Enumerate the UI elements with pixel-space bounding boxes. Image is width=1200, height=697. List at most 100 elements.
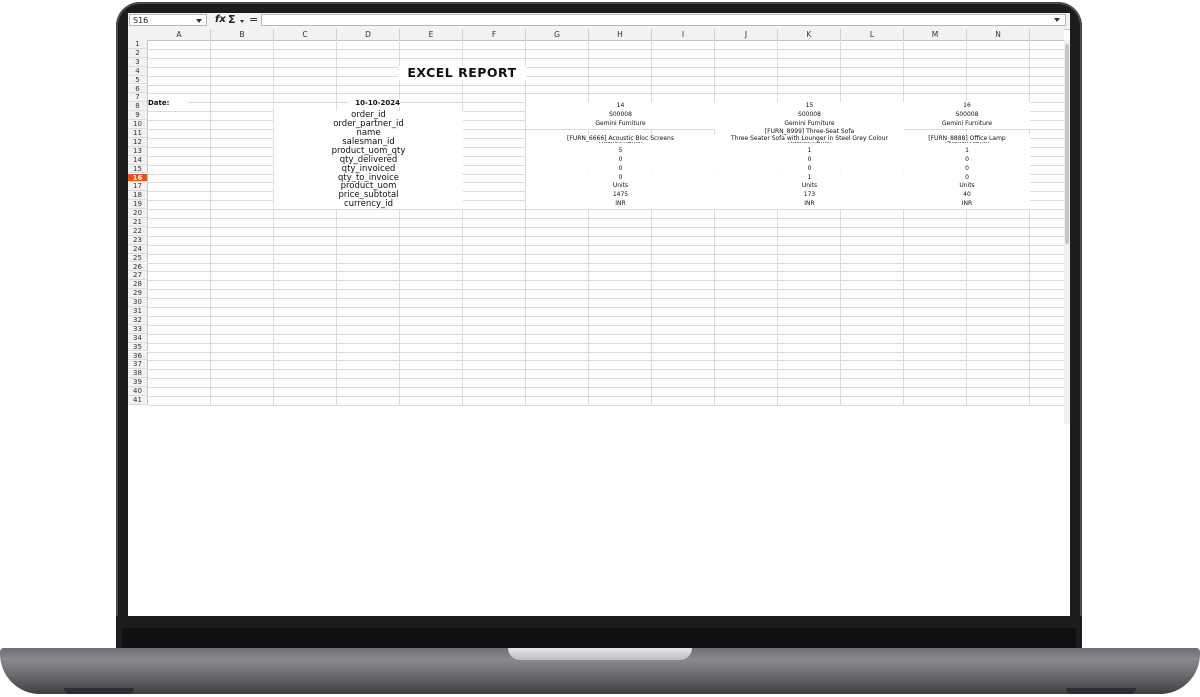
- record-qty-to-invoice[interactable]: 0: [904, 173, 1030, 183]
- column-header-j[interactable]: J: [715, 29, 778, 40]
- row-header-2[interactable]: 2: [128, 48, 148, 58]
- record-qty-invoiced[interactable]: 0: [904, 164, 1030, 174]
- row-header-12[interactable]: 12: [128, 137, 148, 147]
- scrollbar-thumb[interactable]: [1065, 44, 1069, 244]
- column-header-m[interactable]: M: [904, 29, 967, 40]
- row-header-36[interactable]: 36: [128, 351, 148, 361]
- record-product-uom[interactable]: Units: [904, 182, 1030, 192]
- record-name-line1[interactable]: [FURN_8999] Three-Seat Sofa: [715, 128, 904, 135]
- formula-input[interactable]: [261, 14, 1066, 26]
- column-header-d[interactable]: D: [337, 29, 400, 40]
- record-qty-delivered[interactable]: 0: [715, 155, 904, 165]
- record-currency-id[interactable]: INR: [904, 200, 1030, 210]
- row-header-35[interactable]: 35: [128, 342, 148, 352]
- row-header-28[interactable]: 28: [128, 280, 148, 290]
- column-header-k[interactable]: K: [778, 29, 841, 40]
- record-id[interactable]: 15: [715, 102, 904, 112]
- record-price-subtotal[interactable]: 173: [715, 191, 904, 201]
- expand-formula-icon[interactable]: [1054, 18, 1060, 22]
- row-header-30[interactable]: 30: [128, 298, 148, 307]
- row-header-22[interactable]: 22: [128, 226, 148, 236]
- row-header-3[interactable]: 3: [128, 57, 148, 67]
- column-header-l[interactable]: L: [841, 29, 904, 40]
- row-header-14[interactable]: 14: [128, 155, 148, 165]
- row-header-40[interactable]: 40: [128, 387, 148, 396]
- row-header-27[interactable]: 27: [128, 271, 148, 281]
- record-qty-invoiced[interactable]: 0: [526, 164, 715, 174]
- record-price-subtotal[interactable]: 40: [904, 191, 1030, 201]
- report-title[interactable]: EXCEL REPORT: [398, 66, 526, 80]
- column-header-i[interactable]: I: [652, 29, 715, 40]
- row-header-18[interactable]: 18: [128, 191, 148, 201]
- date-value[interactable]: 10-10-2024: [348, 99, 400, 107]
- record-qty-delivered[interactable]: 0: [526, 155, 715, 165]
- record-name-line2[interactable]: [FURN_8888] Office Lamp: [904, 135, 1030, 142]
- record-product-uom-qty[interactable]: 1: [715, 146, 904, 156]
- row-header-5[interactable]: 5: [128, 75, 148, 85]
- column-header-a[interactable]: A: [148, 29, 211, 40]
- row-header-34[interactable]: 34: [128, 333, 148, 343]
- row-header-10[interactable]: 10: [128, 120, 148, 129]
- column-header-n[interactable]: N: [967, 29, 1030, 40]
- formula-icon[interactable]: =: [249, 13, 258, 26]
- row-header-20[interactable]: 20: [128, 209, 148, 218]
- row-header-32[interactable]: 32: [128, 315, 148, 325]
- row-header-15[interactable]: 15: [128, 164, 148, 174]
- column-header-f[interactable]: F: [463, 29, 526, 40]
- row-header-4[interactable]: 4: [128, 66, 148, 76]
- row-header-19[interactable]: 19: [128, 200, 148, 210]
- name-box-dropdown-icon[interactable]: [196, 19, 202, 23]
- row-header-37[interactable]: 37: [128, 360, 148, 370]
- sum-icon[interactable]: Σ: [228, 13, 236, 26]
- record-order-id[interactable]: S00008: [715, 111, 904, 121]
- record-product-uom-qty[interactable]: 1: [904, 146, 1030, 156]
- row-header-21[interactable]: 21: [128, 218, 148, 227]
- record-product-uom[interactable]: Units: [715, 182, 904, 192]
- row-header-13[interactable]: 13: [128, 146, 148, 156]
- column-header-c[interactable]: C: [274, 29, 337, 40]
- record-product-uom[interactable]: Units: [526, 182, 715, 192]
- row-header-17[interactable]: 17: [128, 182, 148, 192]
- sum-dropdown-icon[interactable]: [240, 20, 244, 23]
- record-qty-invoiced[interactable]: 0: [715, 164, 904, 174]
- column-header-g[interactable]: G: [526, 29, 589, 40]
- row-header-6[interactable]: 6: [128, 84, 148, 94]
- record-name-line2[interactable]: [FURN_6666] Acoustic Bloc Screens: [526, 135, 715, 142]
- column-header-e[interactable]: E: [400, 29, 463, 40]
- row-header-23[interactable]: 23: [128, 235, 148, 245]
- row-header-8[interactable]: 8: [128, 102, 148, 112]
- row-header-16[interactable]: 16: [128, 173, 148, 183]
- record-order-partner-id[interactable]: Gemini Furniture: [904, 120, 1030, 129]
- record-price-subtotal[interactable]: 1475: [526, 191, 715, 201]
- row-header-39[interactable]: 39: [128, 378, 148, 388]
- record-order-id[interactable]: S00008: [904, 111, 1030, 121]
- row-header-31[interactable]: 31: [128, 307, 148, 316]
- record-currency-id[interactable]: INR: [526, 200, 715, 210]
- record-id[interactable]: 14: [526, 102, 715, 112]
- row-header-33[interactable]: 33: [128, 324, 148, 334]
- record-currency-id[interactable]: INR: [715, 200, 904, 210]
- record-qty-delivered[interactable]: 0: [904, 155, 1030, 165]
- record-qty-to-invoice[interactable]: 0: [526, 173, 715, 183]
- row-header-25[interactable]: 25: [128, 253, 148, 263]
- function-wizard-icon[interactable]: fx: [215, 14, 226, 25]
- row-header-11[interactable]: 11: [128, 129, 148, 138]
- column-header-h[interactable]: H: [589, 29, 652, 40]
- date-label[interactable]: Date:: [148, 99, 188, 107]
- field-label-currency-id[interactable]: currency_id: [274, 200, 463, 210]
- row-header-29[interactable]: 29: [128, 289, 148, 299]
- row-header-26[interactable]: 26: [128, 262, 148, 272]
- record-qty-to-invoice[interactable]: 1: [715, 173, 904, 183]
- column-header-b[interactable]: B: [211, 29, 274, 40]
- record-order-partner-id[interactable]: Gemini Furniture: [526, 120, 715, 129]
- record-order-id[interactable]: S00008: [526, 111, 715, 121]
- row-header-7[interactable]: 7: [128, 93, 148, 103]
- row-header-24[interactable]: 24: [128, 244, 148, 254]
- record-product-uom-qty[interactable]: 5: [526, 146, 715, 156]
- record-name-line2[interactable]: Three Seater Sofa with Lounger in Steel …: [715, 135, 904, 142]
- row-header-1[interactable]: 1: [128, 40, 148, 49]
- record-id[interactable]: 16: [904, 102, 1030, 112]
- vertical-scrollbar[interactable]: [1064, 40, 1070, 424]
- row-header-38[interactable]: 38: [128, 369, 148, 379]
- row-header-9[interactable]: 9: [128, 111, 148, 121]
